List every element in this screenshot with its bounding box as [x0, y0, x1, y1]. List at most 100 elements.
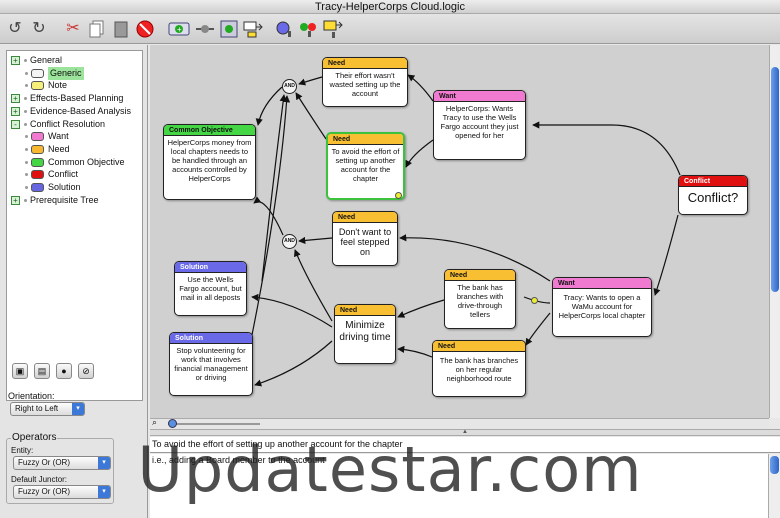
need-node[interactable]: Need Don't want to feel stepped on [332, 211, 398, 266]
zoom-slider-track[interactable] [168, 423, 260, 425]
conflict-node[interactable]: Conflict Conflict? [678, 175, 748, 215]
bullet-icon [25, 173, 28, 177]
class-color-swatch [31, 132, 44, 142]
tree-item[interactable]: Conflict [7, 168, 142, 181]
need-node[interactable]: Need The bank has branches with drive-th… [444, 269, 516, 329]
tree-item[interactable]: + General [7, 54, 142, 67]
tree-item-label: Conflict Resolution [30, 118, 106, 129]
node-type: Solution [175, 262, 246, 273]
edge [251, 293, 333, 328]
tree-item-label: Generic [48, 66, 84, 80]
node-text: HelperCorps money from local chapters ne… [167, 138, 252, 183]
default-junctor-select[interactable]: Fuzzy Or (OR) ▾ [13, 485, 111, 499]
bullet-icon [24, 97, 27, 101]
tree-item[interactable]: + Evidence-Based Analysis [7, 105, 142, 118]
paste-icon[interactable] [110, 18, 132, 40]
panel-splitter[interactable]: ▲ [150, 429, 780, 436]
undo-icon[interactable]: ↺ [4, 18, 26, 40]
node-text: Minimize driving time [339, 320, 391, 343]
bullet-icon [24, 59, 27, 62]
expand-icon[interactable]: + [11, 195, 20, 205]
edge [405, 139, 434, 168]
solution-node[interactable]: Solution Stop volunteering for work that… [169, 332, 253, 396]
window-titlebar: Tracy-HelperCorps Cloud.logic [0, 0, 780, 14]
tree-item[interactable]: Want [7, 130, 142, 143]
default-junctor-label: Default Junctor: [11, 475, 68, 484]
tree-item-label: Solution [48, 182, 81, 192]
chevron-down-icon: ▾ [72, 403, 84, 415]
need-node[interactable]: Need Minimize driving time [334, 304, 396, 364]
edge [397, 345, 433, 358]
class-color-swatch [31, 157, 44, 167]
and-junctor[interactable]: AND [282, 79, 297, 94]
add-entity-icon[interactable]: + [168, 18, 190, 40]
insert-icon[interactable] [242, 18, 264, 40]
entity-title-field[interactable]: To avoid the effort of setting up anothe… [150, 437, 780, 453]
entity-note-field[interactable]: i.e., adding a Board member to the accou… [150, 454, 768, 518]
bullet-icon [25, 84, 28, 88]
edit-class-button[interactable]: ▤ [34, 363, 50, 379]
remove-class-button[interactable]: ⊘ [78, 363, 94, 379]
want-node[interactable]: Want Tracy: Wants to open a WaMu account… [552, 277, 652, 337]
zoom-slider-knob[interactable] [168, 419, 177, 428]
diagram-canvas[interactable]: AND AND Need Their effort wasn't wasted … [150, 45, 769, 418]
note-scrollbar[interactable] [768, 454, 780, 518]
tree-item[interactable]: + Prerequisite Tree [7, 194, 142, 207]
expand-icon[interactable]: + [11, 56, 20, 65]
tree-item[interactable]: Generic [7, 66, 142, 80]
node-type: Need [323, 58, 407, 69]
sidebar: + General Generic Note + Effects-Based Planni… [0, 45, 148, 518]
node-type: Need [335, 305, 395, 316]
want-node[interactable]: Want HelperCorps: Wants Tracy to use the… [433, 90, 526, 160]
entity-operator-select[interactable]: Fuzzy Or (OR) ▾ [13, 456, 111, 470]
need-node-selected[interactable]: Need To avoid the effort of setting up a… [326, 132, 405, 200]
entity-color-icon[interactable] [274, 18, 296, 40]
expand-icon[interactable]: + [11, 106, 20, 116]
tree-item[interactable]: + Effects-Based Planning [7, 92, 142, 105]
node-text: Stop volunteering for work that involves… [174, 346, 248, 382]
class-color-swatch [31, 81, 44, 91]
edge [397, 299, 445, 318]
expand-icon[interactable]: + [11, 94, 20, 104]
class-options-button[interactable]: ● [56, 363, 72, 379]
tree-item-label: Conflict [48, 169, 79, 180]
node-text: Don't want to feel stepped on [338, 227, 392, 257]
collapse-icon[interactable]: - [11, 119, 20, 129]
tree-item[interactable]: Solution [7, 181, 142, 194]
scroll-thumb[interactable] [770, 456, 779, 474]
need-node[interactable]: Need The bank has branches on her regula… [432, 340, 526, 397]
cut-icon[interactable]: ✂ [62, 18, 84, 40]
common-objective-node[interactable]: Common Objective HelperCorps money from … [163, 124, 256, 200]
solution-node[interactable]: Solution Use the Wells Fargo account, bu… [174, 261, 247, 316]
tree-item[interactable]: - Conflict Resolution [7, 118, 142, 131]
add-junctor-icon[interactable] [194, 18, 216, 40]
chevron-down-icon: ▾ [98, 486, 110, 498]
canvas-vertical-scrollbar[interactable] [769, 45, 780, 418]
tree-item[interactable]: Need [7, 143, 142, 156]
delete-icon[interactable] [134, 18, 156, 40]
zoom-icon[interactable] [298, 18, 320, 40]
bullet-icon [25, 186, 28, 189]
orientation-select[interactable]: Right to Left ▾ [10, 402, 85, 416]
tree-item[interactable]: Note [7, 79, 142, 92]
add-child-icon[interactable] [218, 18, 240, 40]
zoom-bar: ⌕ [150, 417, 769, 429]
edge [653, 214, 679, 296]
and-junctor[interactable]: AND [282, 234, 297, 249]
entity-handle[interactable] [531, 297, 538, 304]
redo-icon[interactable]: ↻ [28, 18, 50, 40]
tree-item-label: Evidence-Based Analysis [30, 105, 132, 116]
add-class-button[interactable]: ▣ [12, 363, 28, 379]
entity-handle[interactable] [395, 192, 402, 199]
need-node[interactable]: Need Their effort wasn't wasted setting … [322, 57, 408, 107]
node-type: Need [445, 270, 515, 281]
tree-item[interactable]: Common Objective [7, 156, 142, 169]
copy-icon[interactable] [86, 18, 108, 40]
orientation-label: Orientation: [8, 391, 55, 401]
scroll-thumb[interactable] [771, 67, 779, 292]
layout-icon[interactable] [322, 18, 344, 40]
search-icon[interactable]: ⌕ [152, 417, 157, 428]
node-type: Need [333, 212, 397, 223]
node-type: Conflict [679, 176, 747, 187]
edge [261, 94, 287, 282]
